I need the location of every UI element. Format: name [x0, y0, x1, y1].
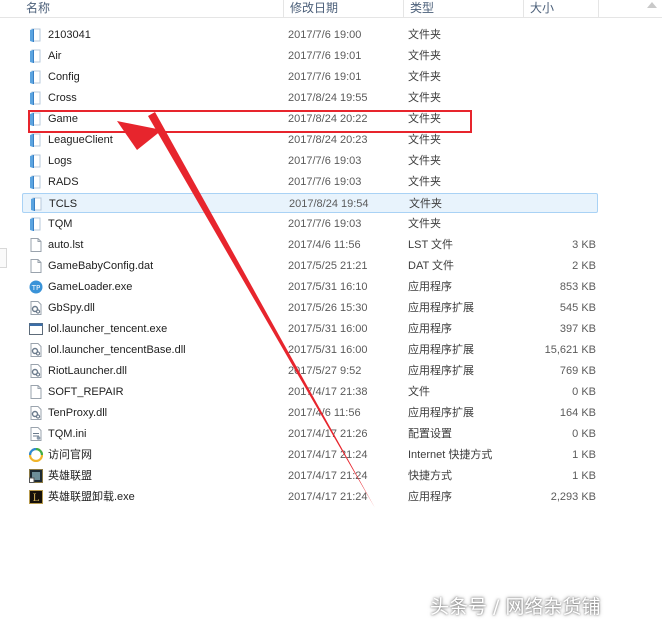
- watermark: 头条号 / 网络杂货铺: [430, 596, 601, 618]
- annotation-arrow: [117, 112, 375, 508]
- annotation-arrow-shaft: [148, 112, 375, 508]
